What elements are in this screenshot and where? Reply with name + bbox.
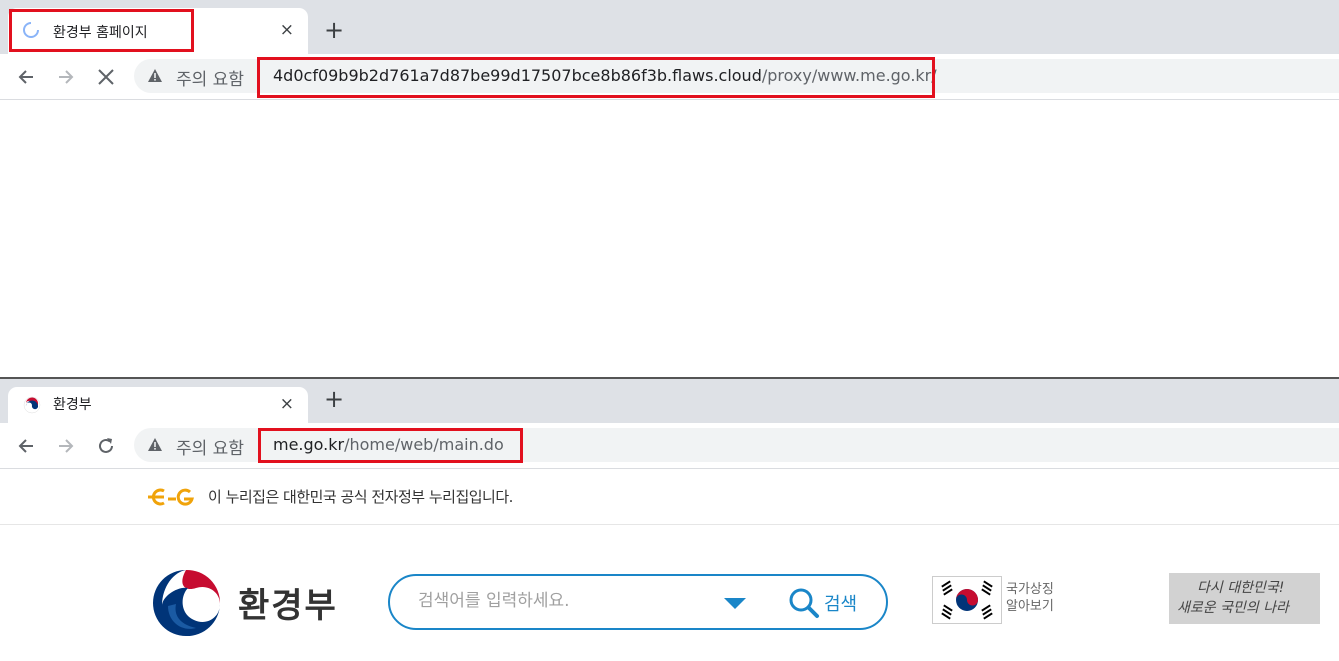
- search-box: 검색: [388, 574, 888, 630]
- top-browser-window: 환경부 홈페이지 × + 주의 요함 4d0cf09b9b2d761a7d87b…: [0, 0, 1339, 377]
- tab-close-button[interactable]: ×: [280, 19, 294, 41]
- national-symbols-label-line2: 알아보기: [1006, 599, 1054, 614]
- egov-notice-text: 이 누리집은 대한민국 공식 전자정부 누리집입니다.: [208, 488, 513, 506]
- search-category-dropdown-icon[interactable]: [724, 598, 746, 609]
- tab-close-button[interactable]: ×: [280, 393, 294, 415]
- forward-icon[interactable]: [55, 435, 77, 457]
- tab-strip: 환경부 × +: [0, 379, 1339, 423]
- back-icon[interactable]: [15, 66, 37, 88]
- egov-logo-icon: [148, 488, 194, 506]
- toolbar: 주의 요함 me.go.kr/home/web/main.do: [0, 423, 1339, 469]
- new-tab-button[interactable]: +: [324, 385, 344, 413]
- warning-icon[interactable]: [148, 69, 162, 82]
- tab-title: 환경부: [53, 397, 92, 413]
- highlight-box-url: [258, 428, 523, 463]
- warning-icon[interactable]: [148, 438, 162, 451]
- slogan-text: 다시 대한민국! 새로운 국민의 나라: [1177, 578, 1289, 618]
- forward-icon[interactable]: [55, 66, 77, 88]
- slogan-line2: 새로운 국민의 나라: [1177, 600, 1289, 616]
- new-tab-button[interactable]: +: [324, 16, 344, 44]
- back-icon[interactable]: [15, 435, 37, 457]
- search-icon: [789, 588, 819, 618]
- site-header: 환경부 검색어를 입력하세요. 검색 국가상징 알아보기 다시 대한민국! 새로…: [0, 525, 1339, 661]
- search-input[interactable]: [416, 590, 720, 612]
- egov-notice-bar: 이 누리집은 대한민국 공식 전자정부 누리집입니다.: [0, 469, 1339, 525]
- security-status-label[interactable]: 주의 요함: [176, 65, 244, 90]
- highlight-box-tab: [9, 9, 194, 52]
- national-symbols-label[interactable]: 국가상징 알아보기: [1006, 581, 1076, 615]
- ministry-logo-icon[interactable]: [148, 566, 224, 638]
- stop-loading-icon[interactable]: [95, 66, 117, 88]
- active-tab[interactable]: 환경부 ×: [8, 387, 308, 423]
- taegukgi-flag-icon: [933, 577, 1001, 623]
- national-symbols-link[interactable]: [932, 576, 1002, 624]
- government-emblem-icon: [23, 396, 41, 414]
- slogan-line1: 다시 대한민국!: [1197, 580, 1285, 596]
- search-button-label: 검색: [824, 594, 858, 615]
- government-slogan-banner[interactable]: 다시 대한민국! 새로운 국민의 나라: [1169, 573, 1320, 624]
- security-status-label[interactable]: 주의 요함: [176, 434, 244, 459]
- ministry-brand-name[interactable]: 환경부: [238, 578, 338, 627]
- national-symbols-label-line1: 국가상징: [1006, 582, 1054, 597]
- reload-icon[interactable]: [95, 435, 117, 457]
- highlight-box-url: [257, 57, 935, 98]
- tab-strip: 환경부 홈페이지 × +: [0, 0, 1339, 54]
